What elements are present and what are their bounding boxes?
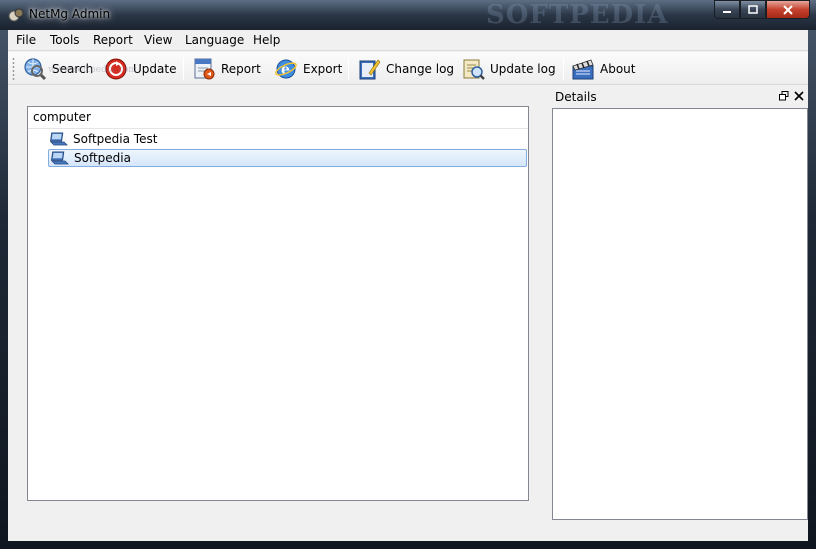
update-label: Update	[133, 62, 177, 76]
menu-tools[interactable]: Tools	[50, 33, 80, 47]
toolbar-grip[interactable]	[12, 57, 15, 81]
menu-view[interactable]: View	[144, 33, 172, 47]
details-panel	[552, 108, 808, 520]
export-label: Export	[303, 62, 343, 76]
close-panel-icon[interactable]	[794, 91, 804, 101]
search-globe-icon	[24, 58, 47, 81]
close-button[interactable]	[766, 0, 810, 19]
update-log-button[interactable]: Update log	[461, 55, 556, 83]
minimize-button[interactable]	[714, 0, 740, 19]
client-area: File Tools Report View Language Help Sea…	[8, 30, 808, 541]
change-log-icon	[359, 59, 381, 80]
caption-buttons	[714, 0, 810, 20]
toolbar-separator	[563, 58, 564, 80]
status-bar	[8, 524, 808, 541]
about-icon	[572, 59, 594, 80]
computer-icon	[50, 132, 68, 146]
details-title: Details	[555, 90, 597, 104]
report-button[interactable]: Report	[192, 55, 261, 83]
report-icon	[194, 58, 215, 80]
menu-language[interactable]: Language	[185, 33, 244, 47]
toolbar-separator	[183, 58, 184, 80]
tree-item-label: Softpedia	[74, 151, 131, 165]
menu-report[interactable]: Report	[93, 33, 133, 47]
change-log-label: Change log	[386, 62, 455, 76]
toolbar-separator	[348, 58, 349, 80]
float-panel-icon[interactable]	[779, 91, 789, 101]
about-label: About	[600, 62, 636, 76]
report-label: Report	[221, 62, 261, 76]
app-icon	[8, 8, 24, 22]
tree-item-softpedia[interactable]: Softpedia	[48, 149, 527, 167]
tree-item-softpedia-test[interactable]: Softpedia Test	[48, 130, 526, 148]
watermark: SOFTPEDIA	[486, 0, 669, 30]
minimize-icon	[723, 10, 731, 13]
export-icon: e	[275, 59, 297, 79]
menu-file[interactable]: File	[16, 33, 36, 47]
update-log-label: Update log	[490, 62, 556, 76]
window-title: NetMg Admin	[29, 7, 111, 21]
maximize-icon	[748, 5, 758, 14]
tree-item-label: Softpedia Test	[73, 132, 158, 146]
close-icon	[783, 4, 793, 15]
app-window: NetMg Admin SOFTPEDIA File Tools Report …	[0, 0, 816, 549]
watermark-url: www.softpedia.com	[48, 65, 137, 75]
about-button[interactable]: About	[571, 55, 635, 83]
computer-tree[interactable]: computer Softpedia Test Softpedia	[27, 106, 529, 501]
title-bar[interactable]: NetMg Admin SOFTPEDIA	[0, 0, 816, 30]
tree-header: computer	[28, 107, 528, 129]
computer-icon	[51, 151, 69, 165]
menu-help[interactable]: Help	[253, 33, 280, 47]
export-button[interactable]: e Export	[274, 55, 342, 83]
menu-bar: File Tools Report View Language Help	[8, 30, 808, 51]
change-log-button[interactable]: Change log	[357, 55, 454, 83]
update-log-icon	[463, 59, 485, 80]
maximize-button[interactable]	[740, 0, 766, 19]
